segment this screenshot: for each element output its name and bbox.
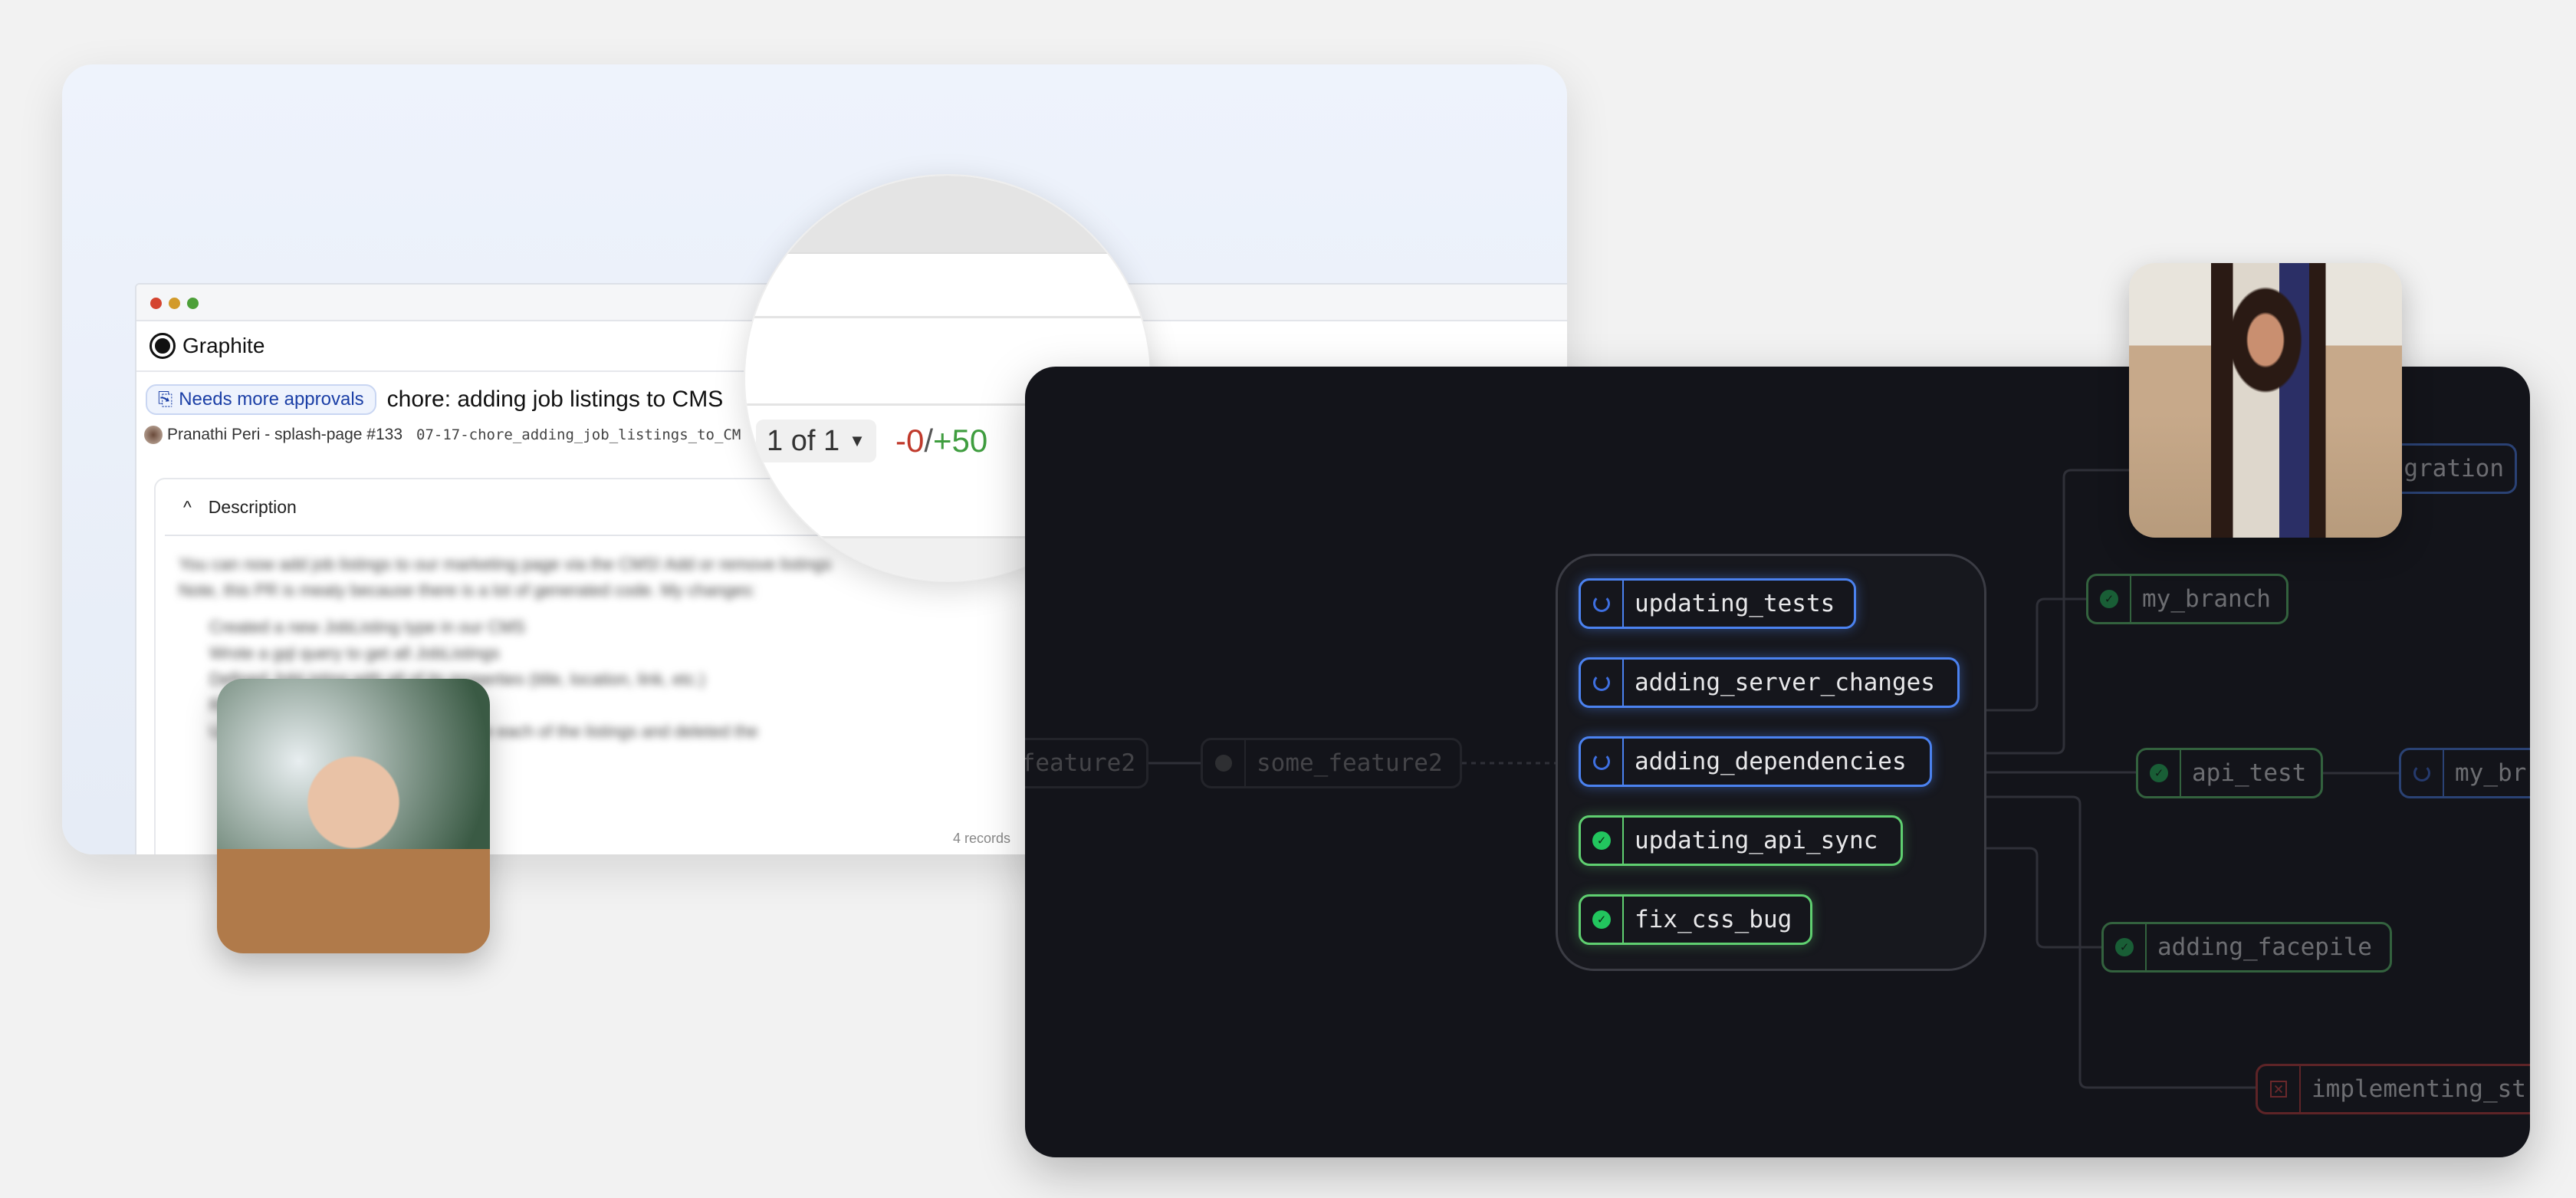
check-circle-icon: ✓ [2115,938,2134,956]
branch-node-adding-server-changes[interactable]: adding_server_changes [1579,657,1960,708]
user-photo-woman [2129,263,2402,538]
author-avatar [144,426,163,444]
branch-icon [1215,755,1232,772]
caret-down-icon: ▼ [849,431,866,450]
branch-name[interactable]: 07-17-chore_adding_job_listings_to_CM [416,426,741,443]
branch-node-my-br[interactable]: my_br [2399,748,2530,798]
chevron-up-icon[interactable]: ^ [183,497,192,518]
connector [1986,847,2101,949]
diff-stats: -0/+50 [895,423,988,459]
failed-icon: × [2270,1080,2287,1099]
branch-node-some-feature2[interactable]: some_feature2 [1201,738,1462,788]
spinner-icon [1593,753,1610,770]
status-badge[interactable]: ⎘ Needs more approvals [146,384,376,415]
branch-node-feature2[interactable]: feature2 [1025,738,1148,788]
check-circle-icon: ✓ [1592,910,1611,929]
spinner-icon [1593,595,1610,612]
branch-node-updating-tests[interactable]: updating_tests [1579,578,1856,629]
check-circle-icon: ✓ [2150,764,2168,782]
review-icon: ⎘ [158,389,173,410]
version-selector[interactable]: 1 of 1 ▼ [756,420,876,462]
close-window-button[interactable] [150,298,162,309]
connector [1986,597,2086,712]
minimize-window-button[interactable] [169,298,180,309]
spinner-icon [1593,674,1610,691]
branch-node-updating-api-sync[interactable]: ✓ updating_api_sync [1579,815,1903,866]
author-line[interactable]: Pranathi Peri - splash-page #133 [167,426,402,444]
description-header[interactable]: Description [209,497,297,518]
maximize-window-button[interactable] [187,298,199,309]
branch-node-my-branch[interactable]: ✓ my_branch [2086,574,2288,624]
graphite-logo-icon [150,333,176,359]
user-photo-man [217,679,490,953]
app-name: Graphite [182,334,265,357]
branch-node-implementing-st[interactable]: × implementing_st [2256,1064,2530,1114]
footer-hint: 4 records [953,831,1011,846]
pr-title: chore: adding job listings to CMS [386,387,724,412]
spinner-icon [2413,765,2430,782]
branch-node-fix-css-bug[interactable]: ✓ fix_css_bug [1579,894,1812,945]
branch-node-adding-dependencies[interactable]: adding_dependencies [1579,736,1932,787]
check-circle-icon: ✓ [1592,831,1611,850]
check-circle-icon: ✓ [2100,590,2118,608]
additions-count: +50 [933,423,988,459]
deletions-count: -0 [895,423,925,459]
branch-node-adding-facepile[interactable]: ✓ adding_facepile [2101,922,2392,973]
branch-node-api-test[interactable]: ✓ api_test [2136,748,2323,798]
